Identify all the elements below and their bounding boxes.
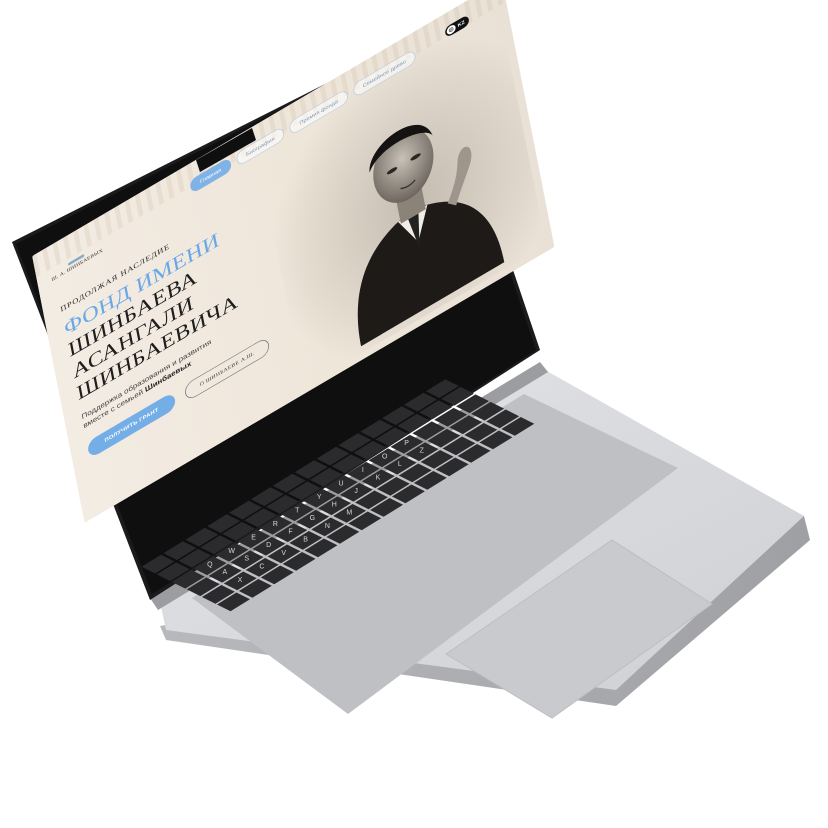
key-label: C xyxy=(259,563,264,570)
key-label: A xyxy=(223,569,228,576)
key-label: R xyxy=(273,521,278,528)
key-label: E xyxy=(251,535,256,542)
key-label: M xyxy=(346,509,352,516)
key-label: P xyxy=(404,440,409,447)
key-label: Q xyxy=(207,562,213,569)
laptop-mockup: Q W E R T Y U I O P A S D F G H J K L Z X C V B N M Ш. А. ШИНБАЕВ… xyxy=(0,0,828,828)
key-label: F xyxy=(288,529,292,536)
key-label: N xyxy=(325,523,330,530)
key-label: J xyxy=(354,488,358,495)
key-label: L xyxy=(398,461,402,468)
key-label: B xyxy=(303,536,308,543)
key-label: O xyxy=(382,454,388,461)
key-label: H xyxy=(332,502,337,509)
key-label: D xyxy=(266,542,271,549)
key-label: V xyxy=(281,550,286,557)
key-label: X xyxy=(238,577,243,584)
key-label: Z xyxy=(420,448,425,455)
key-label: U xyxy=(339,481,344,488)
language-code: KZ xyxy=(457,19,466,29)
key-label: S xyxy=(244,556,249,563)
key-label: T xyxy=(295,508,300,515)
key-label: G xyxy=(310,515,315,522)
key-label: W xyxy=(228,548,235,555)
key-label: Y xyxy=(317,494,322,501)
key-label: K xyxy=(376,475,381,482)
key-label: I xyxy=(362,467,364,474)
